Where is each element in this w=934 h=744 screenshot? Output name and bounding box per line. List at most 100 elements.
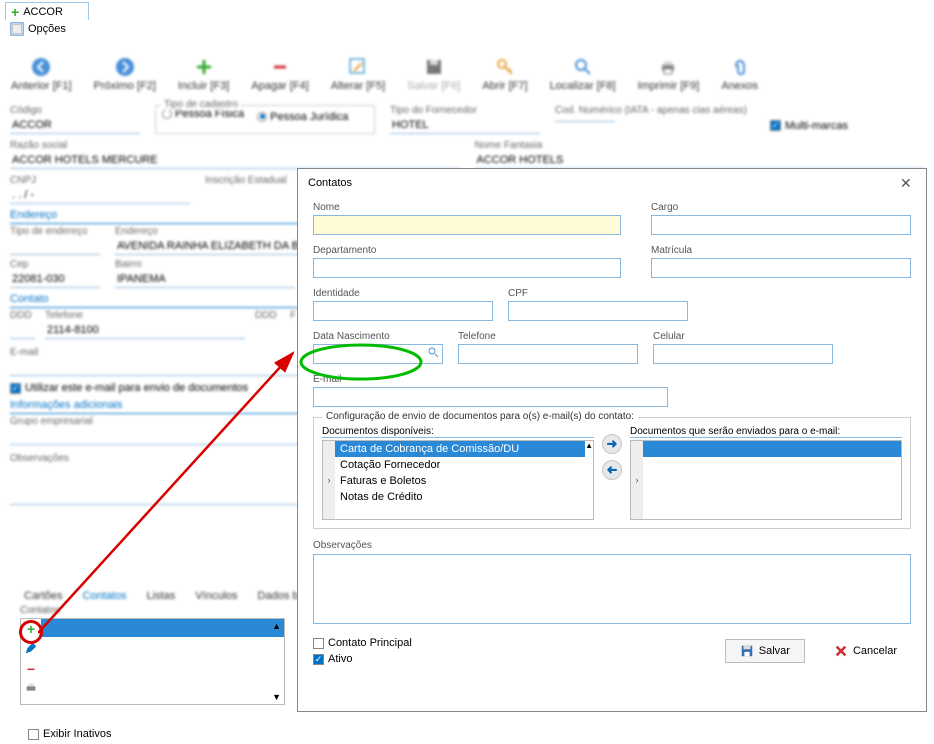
data-nascimento-label: Data Nascimento (313, 331, 443, 342)
nome-input[interactable] (313, 215, 621, 235)
tipo-endereco-value (10, 238, 100, 255)
cargo-input[interactable] (651, 215, 911, 235)
checkbox-label: Multi-marcas (785, 120, 848, 132)
doc-item[interactable]: Faturas e Boletos (335, 473, 585, 489)
salvar-button[interactable]: Salvar (725, 639, 805, 663)
checkbox-label: Ativo (328, 653, 352, 665)
key-icon (495, 57, 515, 77)
dlg-telefone-label: Telefone (458, 331, 638, 342)
cancelar-button[interactable]: Cancelar (820, 639, 911, 663)
edit-contact-button[interactable] (23, 641, 39, 657)
toolbar-salvar: Salvar [F6] (401, 55, 466, 94)
toolbar-label: Anterior [F1] (11, 80, 72, 92)
contact-dialog: Contatos ✕ Nome Cargo Departamento Matrí… (297, 168, 927, 712)
cpf-label: CPF (508, 288, 688, 299)
nome-fantasia-label: Nome Fantasia (475, 140, 925, 151)
toolbar-anexos[interactable]: Anexos (715, 55, 764, 94)
matricula-input[interactable] (651, 258, 911, 278)
tab-cartoes[interactable]: Cartões (20, 588, 67, 604)
tab-listas[interactable]: Listas (143, 588, 180, 604)
checkbox-label: Contato Principal (328, 637, 412, 649)
toolbar-apagar[interactable]: Apagar [F4] (245, 55, 314, 94)
tipo-fornecedor-value: HOTEL (390, 117, 540, 134)
toolbar-imprimir[interactable]: Imprimir [F9] (632, 55, 706, 94)
scrollbar[interactable]: ▲ (585, 441, 593, 519)
options-menu[interactable]: Opções (5, 20, 71, 38)
options-icon (10, 22, 24, 36)
codigo-value: ACCOR (10, 117, 140, 134)
multi-marcas-checkbox[interactable]: Multi-marcas (770, 117, 848, 134)
scroll-down-icon[interactable]: ▼ (272, 692, 281, 702)
bairro-value: IPANEMA (115, 271, 295, 288)
toolbar-label: Próximo [F2] (94, 80, 156, 92)
available-docs-list[interactable]: Carta de Cobrança de Comissão/DU Cotação… (335, 441, 585, 519)
cod-numerico-value (555, 117, 615, 122)
print-contact-button[interactable] (23, 681, 39, 697)
tab-contatos[interactable]: Contatos (79, 588, 131, 604)
toolbar-label: Apagar [F4] (251, 80, 308, 92)
contato-principal-checkbox[interactable]: Contato Principal (313, 637, 412, 649)
scroll-up-icon[interactable]: ▲ (272, 621, 281, 631)
razao-value: ACCOR HOTELS MERCURE (10, 152, 460, 169)
cargo-label: Cargo (651, 202, 911, 213)
checkbox-label: Exibir Inativos (43, 728, 111, 740)
toolbar-label: Abrir [F7] (482, 80, 527, 92)
identidade-input[interactable] (313, 301, 493, 321)
doc-item-empty[interactable] (643, 441, 901, 457)
send-docs-list[interactable] (643, 441, 901, 519)
chevron-right-icon[interactable]: › (631, 441, 643, 519)
exibir-inativos-checkbox[interactable]: Exibir Inativos (28, 728, 111, 740)
departamento-input[interactable] (313, 258, 621, 278)
contacts-list[interactable]: ▲ ▼ (41, 619, 284, 704)
available-docs-title: Documentos disponíveis: (322, 426, 594, 438)
toolbar-anterior[interactable]: Anterior [F1] (5, 55, 78, 94)
minus-icon (270, 57, 290, 77)
toolbar-abrir[interactable]: Abrir [F7] (476, 55, 533, 94)
radio-pessoa-juridica[interactable]: Pessoa Jurídica (257, 111, 348, 123)
contact-selected-row[interactable] (41, 619, 284, 637)
ddd-label: DDD (10, 310, 35, 321)
dlg-telefone-input[interactable] (458, 344, 638, 364)
move-left-button[interactable]: ➜ (602, 460, 622, 480)
doc-item[interactable]: Carta de Cobrança de Comissão/DU (335, 441, 585, 457)
search-icon (573, 57, 593, 77)
bairro-label: Bairro (115, 259, 295, 270)
dlg-observacoes-label: Observações (313, 540, 372, 551)
tipo-cadastro-label: Tipo de cadastro (161, 99, 241, 110)
chevron-right-icon[interactable]: › (323, 441, 335, 519)
add-contact-button[interactable]: + (23, 621, 39, 637)
button-label: Salvar (759, 645, 790, 657)
dlg-email-input[interactable] (313, 387, 668, 407)
move-right-button[interactable]: ➜ (602, 434, 622, 454)
data-nascimento-input[interactable] (313, 344, 443, 364)
cpf-input[interactable] (508, 301, 688, 321)
identidade-label: Identidade (313, 288, 493, 299)
tab-vinculos[interactable]: Vínculos (191, 588, 241, 604)
telefone-value: 2114-8100 (45, 322, 245, 339)
toolbar-alterar[interactable]: Alterar [F5] (325, 55, 391, 94)
doc-config-group: Configuração de envio de documentos para… (313, 417, 911, 529)
ddd-value (10, 322, 35, 339)
toolbar-localizar[interactable]: Localizar [F8] (544, 55, 622, 94)
radio-label: Pessoa Jurídica (270, 111, 348, 123)
doc-item[interactable]: Cotação Fornecedor (335, 457, 585, 473)
utilizar-email-checkbox[interactable]: Utilizar este e-mail para envio de docum… (10, 382, 248, 394)
toolbar-proximo[interactable]: Próximo [F2] (88, 55, 162, 94)
dialog-title-text: Contatos (308, 177, 352, 189)
doc-item[interactable]: Notas de Crédito (335, 489, 585, 505)
search-icon[interactable] (427, 346, 439, 361)
doc-config-legend: Configuração de envio de documentos para… (322, 411, 638, 422)
window-tab[interactable]: + ACCOR (5, 2, 89, 20)
delete-contact-button[interactable]: − (23, 661, 39, 677)
toolbar-incluir[interactable]: Incluir [F3] (172, 55, 235, 94)
celular-input[interactable] (653, 344, 833, 364)
dlg-observacoes-input[interactable] (313, 554, 911, 624)
plus-icon (194, 57, 214, 77)
tipo-fornecedor-label: Tipo do Fornecedor (390, 105, 540, 116)
back-icon (31, 57, 51, 77)
close-icon[interactable]: ✕ (900, 175, 916, 191)
ddd-fax-label: DDD (255, 310, 280, 321)
matricula-label: Matrícula (651, 245, 911, 256)
ativo-checkbox[interactable]: Ativo (313, 653, 412, 665)
toolbar: Anterior [F1] Próximo [F2] Incluir [F3] … (5, 55, 764, 94)
